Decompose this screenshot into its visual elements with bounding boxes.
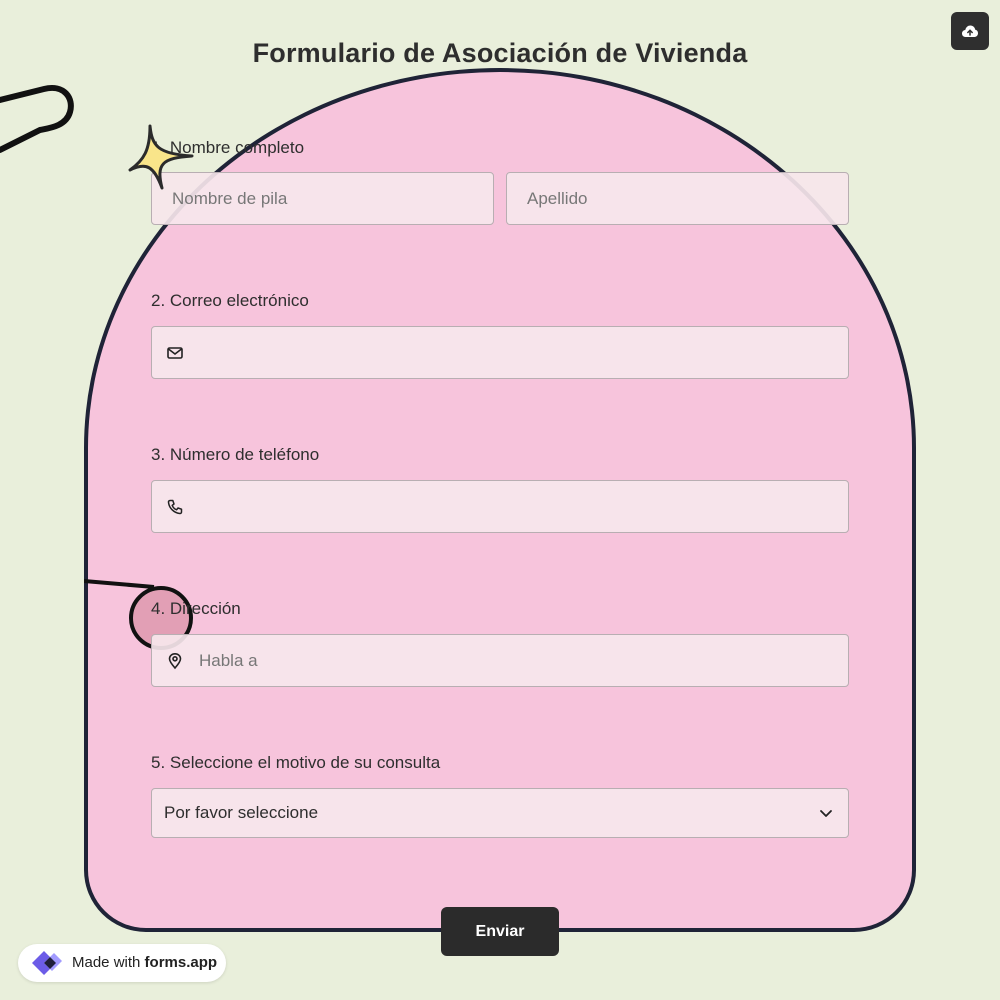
made-with-prefix: Made with	[72, 954, 145, 971]
mail-icon	[167, 347, 183, 359]
made-with-badge[interactable]: Made with forms.app	[18, 944, 226, 982]
cloud-upload-icon	[962, 25, 978, 37]
submit-button[interactable]: Enviar	[441, 907, 559, 956]
reason-select[interactable]: Por favor seleccione	[151, 788, 849, 838]
last-name-placeholder: Apellido	[527, 188, 588, 208]
question-3-label: 3. Número de teléfono	[151, 445, 320, 464]
first-name-input[interactable]: Nombre de pila	[151, 172, 494, 225]
question-1-label: 1. Nombre completo	[151, 138, 305, 157]
paperclip-decoration	[0, 84, 74, 153]
made-with-text: Made with forms.app	[72, 954, 217, 971]
location-pin-icon	[168, 652, 182, 670]
upload-button[interactable]	[951, 12, 989, 50]
question-5-label: 5. Seleccione el motivo de su consulta	[151, 753, 441, 772]
forms-app-logo-icon	[32, 951, 62, 975]
question-2-label: 2. Correo electrónico	[151, 291, 309, 310]
email-input[interactable]	[151, 326, 849, 379]
last-name-input[interactable]: Apellido	[506, 172, 849, 225]
page-title: Formulario de Asociación de Vivienda	[252, 38, 748, 68]
reason-select-value: Por favor seleccione	[164, 803, 319, 822]
address-input[interactable]: Habla a	[151, 634, 849, 687]
phone-input[interactable]	[151, 480, 849, 533]
first-name-placeholder: Nombre de pila	[172, 188, 288, 208]
chevron-down-icon	[820, 810, 832, 817]
phone-icon	[167, 499, 183, 515]
question-4-label: 4. Dirección	[151, 599, 241, 618]
forms-app-brand: forms.app	[144, 954, 218, 971]
